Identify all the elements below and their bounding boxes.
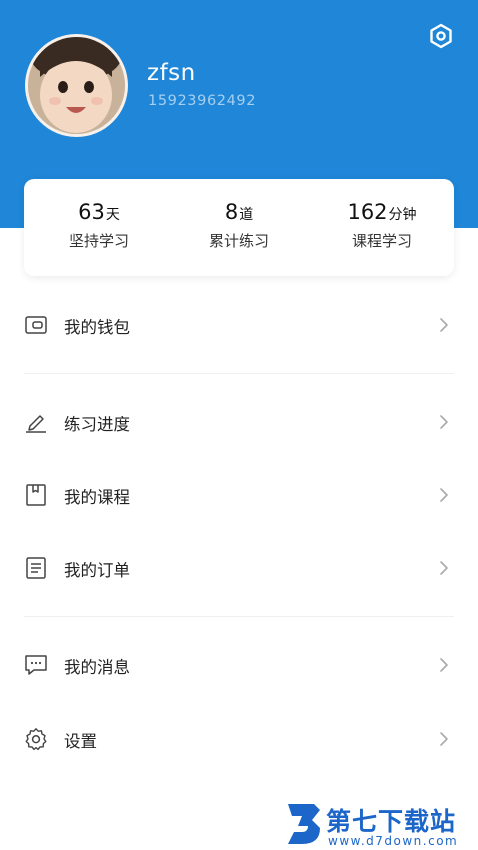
gear-icon xyxy=(24,727,48,751)
chevron-right-icon xyxy=(438,559,450,577)
chevron-right-icon xyxy=(438,730,450,748)
menu-label: 练习进度 xyxy=(64,415,130,434)
chevron-right-icon xyxy=(438,316,450,334)
wallet-icon xyxy=(24,313,48,337)
menu-item-wallet[interactable]: 我的钱包 xyxy=(0,297,478,353)
stat-unit: 分钟 xyxy=(388,207,417,223)
menu-item-my-orders[interactable]: 我的订单 xyxy=(0,540,478,596)
message-icon xyxy=(24,653,48,677)
stat-exercises: 8道 累计练习 xyxy=(179,200,299,251)
watermark-title: 第七下载站 xyxy=(326,807,457,836)
stat-label: 累计练习 xyxy=(208,232,269,250)
menu-item-my-messages[interactable]: 我的消息 xyxy=(0,637,478,693)
watermark: 第七下载站 www.d7down.com xyxy=(282,800,478,850)
stat-value: 8 xyxy=(224,200,239,224)
chevron-right-icon xyxy=(438,413,450,431)
menu-item-my-courses[interactable]: 我的课程 xyxy=(0,467,478,523)
divider xyxy=(24,616,454,617)
document-icon xyxy=(24,556,48,580)
menu-label: 设置 xyxy=(64,732,97,751)
chevron-right-icon xyxy=(438,656,450,674)
stats-card: 63天 坚持学习 8道 累计练习 162分钟 课程学习 xyxy=(24,179,454,276)
stat-unit: 道 xyxy=(239,207,254,223)
menu-label: 我的钱包 xyxy=(64,318,130,337)
menu-item-settings[interactable]: 设置 xyxy=(0,711,478,767)
stat-value: 162 xyxy=(347,200,388,224)
watermark-logo-icon xyxy=(288,804,320,844)
stat-value: 63 xyxy=(78,200,105,224)
menu-label: 我的消息 xyxy=(64,658,130,677)
settings-icon[interactable] xyxy=(427,22,455,50)
watermark-url: www.d7down.com xyxy=(328,834,459,848)
divider xyxy=(24,373,454,374)
chevron-right-icon xyxy=(438,486,450,504)
stat-label: 坚持学习 xyxy=(68,232,129,250)
menu-label: 我的订单 xyxy=(64,561,130,580)
stat-days: 63天 坚持学习 xyxy=(39,200,159,251)
pencil-icon xyxy=(24,410,48,434)
avatar[interactable] xyxy=(25,34,128,137)
username: zfsn xyxy=(147,60,196,86)
menu-label: 我的课程 xyxy=(64,488,130,507)
menu-item-practice-progress[interactable]: 练习进度 xyxy=(0,394,478,450)
stat-label: 课程学习 xyxy=(351,232,412,250)
stat-unit: 天 xyxy=(105,207,120,223)
book-icon xyxy=(24,483,48,507)
phone-number: 15923962492 xyxy=(148,93,257,109)
stat-course-time: 162分钟 课程学习 xyxy=(322,200,442,251)
